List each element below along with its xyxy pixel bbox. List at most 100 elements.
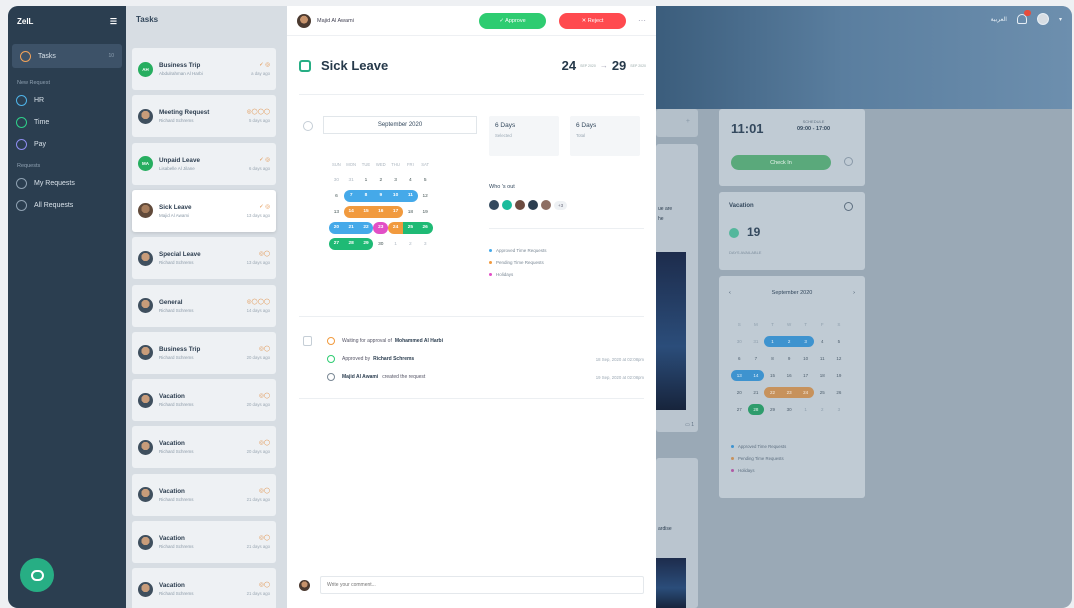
calendar-day[interactable]: 14: [747, 370, 765, 381]
calendar-day[interactable]: 23: [373, 222, 389, 234]
calendar-day[interactable]: 20: [731, 390, 748, 395]
comment-input[interactable]: [320, 576, 644, 594]
calendar-day[interactable]: 5: [831, 339, 848, 344]
sidebar-item-time[interactable]: Time: [8, 111, 126, 133]
calendar-day[interactable]: 3: [831, 407, 848, 412]
calendar-day[interactable]: 19: [418, 210, 433, 215]
calendar-day[interactable]: 3: [418, 242, 433, 247]
chevron-down-icon[interactable]: ▾: [1059, 16, 1062, 23]
task-card[interactable]: Vacation Richard Schrems ◎◯ 20 days ago: [132, 426, 276, 469]
calendar-day[interactable]: 10: [388, 190, 403, 202]
calendar-day[interactable]: 21: [343, 222, 359, 234]
task-card[interactable]: Special Leave Richard Schrems ◎◯ 13 days ag…: [132, 237, 276, 280]
calendar-day[interactable]: 24: [797, 387, 814, 398]
calendar-day[interactable]: 6: [329, 194, 344, 199]
task-card[interactable]: MA Unpaid Leave Lisabelle Al Jilane ✓ ◎ 6 da…: [132, 142, 276, 185]
task-card[interactable]: Vacation Richard Schrems ◎◯ 20 days ago: [132, 379, 276, 422]
calendar-day[interactable]: 22: [358, 222, 374, 234]
avatar[interactable]: [489, 200, 499, 210]
calendar-day[interactable]: 1: [359, 178, 374, 183]
calendar-day[interactable]: 21: [748, 390, 765, 395]
calendar-day[interactable]: 7: [343, 190, 359, 202]
calendar-day[interactable]: 19: [831, 373, 848, 378]
calendar-day[interactable]: 27: [731, 407, 748, 412]
calendar-day[interactable]: 17: [388, 206, 403, 218]
calendar-day[interactable]: 2: [780, 336, 798, 347]
sidebar-item-pay[interactable]: Pay: [8, 133, 126, 155]
calendar-day[interactable]: 2: [814, 407, 831, 412]
task-card[interactable]: General Richard Schrems ◎◯◯◯ 14 days ago: [132, 284, 276, 327]
calendar-day[interactable]: 28: [343, 238, 359, 250]
chat-button[interactable]: [20, 558, 54, 592]
calendar-day[interactable]: 20: [329, 222, 344, 234]
task-card[interactable]: Vacation Richard Schrems ◎◯ 21 days ago: [132, 568, 276, 608]
calendar-day[interactable]: 12: [418, 194, 433, 199]
calendar-day[interactable]: 26: [417, 222, 433, 234]
info-icon[interactable]: [844, 202, 853, 211]
calendar-month-header[interactable]: September 2020: [323, 116, 477, 134]
calendar-day[interactable]: 16: [373, 206, 389, 218]
calendar-day[interactable]: 13: [731, 370, 748, 381]
sidebar-item-my-requests[interactable]: My Requests: [8, 172, 126, 194]
calendar-day[interactable]: 28: [747, 404, 765, 415]
sidebar-item-all-requests[interactable]: All Requests: [8, 194, 126, 216]
menu-icon[interactable]: ☰: [110, 17, 117, 26]
task-card[interactable]: Vacation Richard Schrems ◎◯ 21 days ago: [132, 473, 276, 516]
calendar-day[interactable]: 15: [764, 373, 781, 378]
calendar-day[interactable]: 22: [764, 387, 781, 398]
check-in-button[interactable]: Check In: [731, 155, 831, 170]
calendar-day[interactable]: 2: [403, 242, 418, 247]
calendar-day[interactable]: 18: [814, 373, 831, 378]
calendar-day[interactable]: 30: [731, 339, 748, 344]
calendar-day[interactable]: 1: [764, 336, 781, 347]
calendar-day[interactable]: 17: [797, 373, 814, 378]
task-card[interactable]: Sick Leave Majid Al Awami ✓ ◎ 13 days ago: [132, 189, 276, 232]
settings-icon[interactable]: [844, 157, 853, 166]
bell-icon[interactable]: [1016, 10, 1031, 24]
calendar-day[interactable]: 5: [418, 178, 433, 183]
calendar-day[interactable]: 18: [403, 210, 418, 215]
avatar[interactable]: [541, 200, 551, 210]
calendar-day[interactable]: 6: [731, 356, 748, 361]
task-card[interactable]: Meeting Request Richard Schrems ◎◯◯◯ 5 days…: [132, 95, 276, 138]
avatar[interactable]: [502, 200, 512, 210]
calendar-day[interactable]: 14: [343, 206, 359, 218]
more-people-badge[interactable]: +3: [554, 200, 568, 210]
calendar-day[interactable]: 30: [329, 178, 344, 183]
more-options-icon[interactable]: ⋯: [638, 16, 646, 25]
approve-button[interactable]: ✓ Approve: [479, 12, 546, 29]
calendar-day[interactable]: 8: [358, 190, 374, 202]
calendar-day[interactable]: 29: [358, 238, 374, 250]
calendar-day[interactable]: 1: [797, 407, 814, 412]
task-card[interactable]: Business Trip Richard Schrems ◎◯ 20 days ag…: [132, 331, 276, 374]
calendar-day[interactable]: 11: [814, 356, 831, 361]
calendar-day[interactable]: 30: [781, 407, 798, 412]
chevron-right-icon[interactable]: ›: [853, 290, 855, 296]
calendar-day[interactable]: 2: [373, 178, 388, 183]
sidebar-item-tasks[interactable]: Tasks 10: [12, 44, 122, 68]
calendar-day[interactable]: 31: [344, 178, 359, 183]
calendar-day[interactable]: 13: [329, 210, 344, 215]
calendar-day[interactable]: 24: [388, 222, 403, 234]
language-switch[interactable]: العربية: [991, 16, 1007, 23]
calendar-day[interactable]: 26: [831, 390, 848, 395]
calendar-day[interactable]: 3: [797, 336, 814, 347]
calendar-day[interactable]: 11: [402, 190, 418, 202]
avatar[interactable]: [528, 200, 538, 210]
calendar-day[interactable]: 31: [748, 339, 765, 344]
calendar-day[interactable]: 9: [781, 356, 798, 361]
reject-button[interactable]: ✕ Reject: [559, 12, 626, 29]
calendar-day[interactable]: 29: [764, 407, 781, 412]
calendar-day[interactable]: 4: [814, 339, 831, 344]
calendar-day[interactable]: 12: [831, 356, 848, 361]
calendar-day[interactable]: 27: [329, 238, 344, 250]
chevron-left-icon[interactable]: ‹: [729, 290, 731, 296]
calendar-day[interactable]: 23: [780, 387, 798, 398]
calendar-day[interactable]: 1: [388, 242, 403, 247]
calendar-day[interactable]: 7: [748, 356, 765, 361]
calendar-day[interactable]: 16: [781, 373, 798, 378]
task-card[interactable]: Vacation Richard Schrems ◎◯ 21 days ago: [132, 521, 276, 563]
calendar-day[interactable]: 25: [814, 390, 831, 395]
sidebar-item-hr[interactable]: HR: [8, 89, 126, 111]
calendar-day[interactable]: 30: [373, 242, 388, 247]
